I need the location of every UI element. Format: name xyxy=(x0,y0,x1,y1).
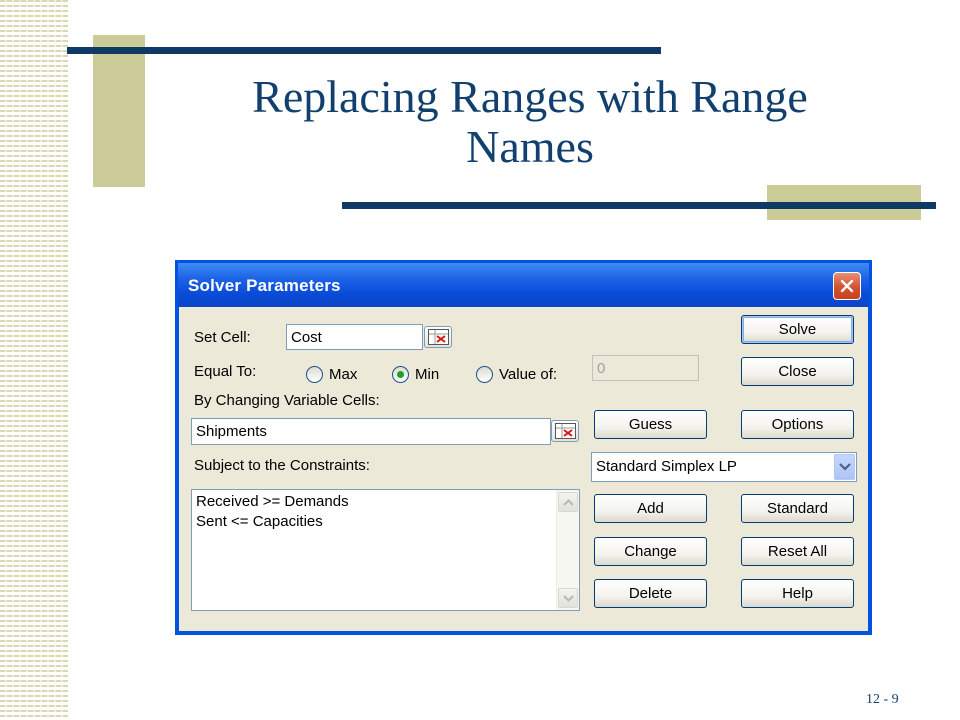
close-button-label: Close xyxy=(778,363,817,380)
reset-all-button-label: Reset All xyxy=(767,543,828,560)
tan-block-left-decoration xyxy=(93,35,145,187)
dialog-titlebar[interactable]: Solver Parameters xyxy=(178,263,869,307)
help-button[interactable]: Help xyxy=(741,579,854,608)
standard-button-label: Standard xyxy=(767,500,828,517)
slide-title-line1: Replacing Ranges with Range xyxy=(252,71,808,122)
add-button[interactable]: Add xyxy=(594,494,707,523)
changing-cells-range-picker[interactable] xyxy=(551,420,579,442)
add-button-label: Add xyxy=(637,500,664,517)
collapse-dialog-icon xyxy=(555,423,576,439)
chevron-down-icon xyxy=(839,463,851,471)
value-of-radio[interactable] xyxy=(476,366,493,383)
close-icon xyxy=(840,279,854,293)
min-radio-selected-dot xyxy=(397,371,404,378)
value-of-value: 0 xyxy=(597,360,606,377)
min-radio[interactable] xyxy=(392,366,409,383)
constraint-item[interactable]: Received >= Demands xyxy=(192,492,579,512)
constraint-item[interactable]: Sent <= Capacities xyxy=(192,512,579,532)
dialog-title: Solver Parameters xyxy=(188,276,341,295)
close-button[interactable]: Close xyxy=(741,357,854,386)
set-cell-label: Set Cell: xyxy=(194,329,251,346)
solve-button-label: Solve xyxy=(778,321,817,338)
set-cell-input[interactable]: Cost xyxy=(286,324,423,350)
solve-button[interactable]: Solve xyxy=(741,315,854,344)
left-stripe-decoration xyxy=(0,0,68,720)
chevron-up-icon xyxy=(563,499,574,506)
solver-parameters-dialog: Solver Parameters Set Cell: Cost Equal T… xyxy=(175,260,872,635)
chevron-down-icon xyxy=(563,595,574,602)
constraints-scrollbar[interactable] xyxy=(556,490,579,610)
value-of-input[interactable]: 0 xyxy=(592,355,699,381)
slide-title-line2: Names xyxy=(466,121,594,172)
slide-number: 12 - 9 xyxy=(866,692,899,707)
reset-all-button[interactable]: Reset All xyxy=(741,537,854,566)
changing-cells-value: Shipments xyxy=(196,423,267,440)
top-rule-decoration xyxy=(67,47,661,54)
collapse-dialog-icon xyxy=(428,329,449,345)
changing-cells-label: By Changing Variable Cells: xyxy=(194,392,380,409)
help-button-label: Help xyxy=(782,585,813,602)
value-of-radio-label: Value of: xyxy=(499,366,558,383)
scroll-up-button[interactable] xyxy=(558,492,578,512)
bottom-rule-decoration xyxy=(342,202,936,209)
change-button[interactable]: Change xyxy=(594,537,707,566)
delete-button-label: Delete xyxy=(628,585,673,602)
set-cell-value: Cost xyxy=(291,329,322,346)
solving-method-select[interactable]: Standard Simplex LP xyxy=(591,452,857,482)
delete-button[interactable]: Delete xyxy=(594,579,707,608)
solving-method-value: Standard Simplex LP xyxy=(596,458,737,475)
guess-button[interactable]: Guess xyxy=(594,410,707,439)
min-radio-label: Min xyxy=(415,366,440,383)
dialog-body: Set Cell: Cost Equal To: Max Min Value o… xyxy=(179,307,868,631)
constraints-label: Subject to the Constraints: xyxy=(194,457,370,474)
max-radio[interactable] xyxy=(306,366,323,383)
select-dropdown-button[interactable] xyxy=(834,454,855,480)
changing-cells-input[interactable]: Shipments xyxy=(191,418,551,445)
slide-title: Replacing Ranges with Range Names xyxy=(150,72,910,172)
constraints-list[interactable]: Received >= Demands Sent <= Capacities xyxy=(191,489,580,611)
options-button-label: Options xyxy=(771,416,824,433)
set-cell-range-picker[interactable] xyxy=(424,326,452,348)
standard-button[interactable]: Standard xyxy=(741,494,854,523)
guess-button-label: Guess xyxy=(628,416,673,433)
scroll-down-button[interactable] xyxy=(558,588,578,608)
equal-to-label: Equal To: xyxy=(194,363,257,380)
options-button[interactable]: Options xyxy=(741,410,854,439)
max-radio-label: Max xyxy=(329,366,358,383)
close-window-button[interactable] xyxy=(833,272,861,300)
change-button-label: Change xyxy=(624,543,677,560)
